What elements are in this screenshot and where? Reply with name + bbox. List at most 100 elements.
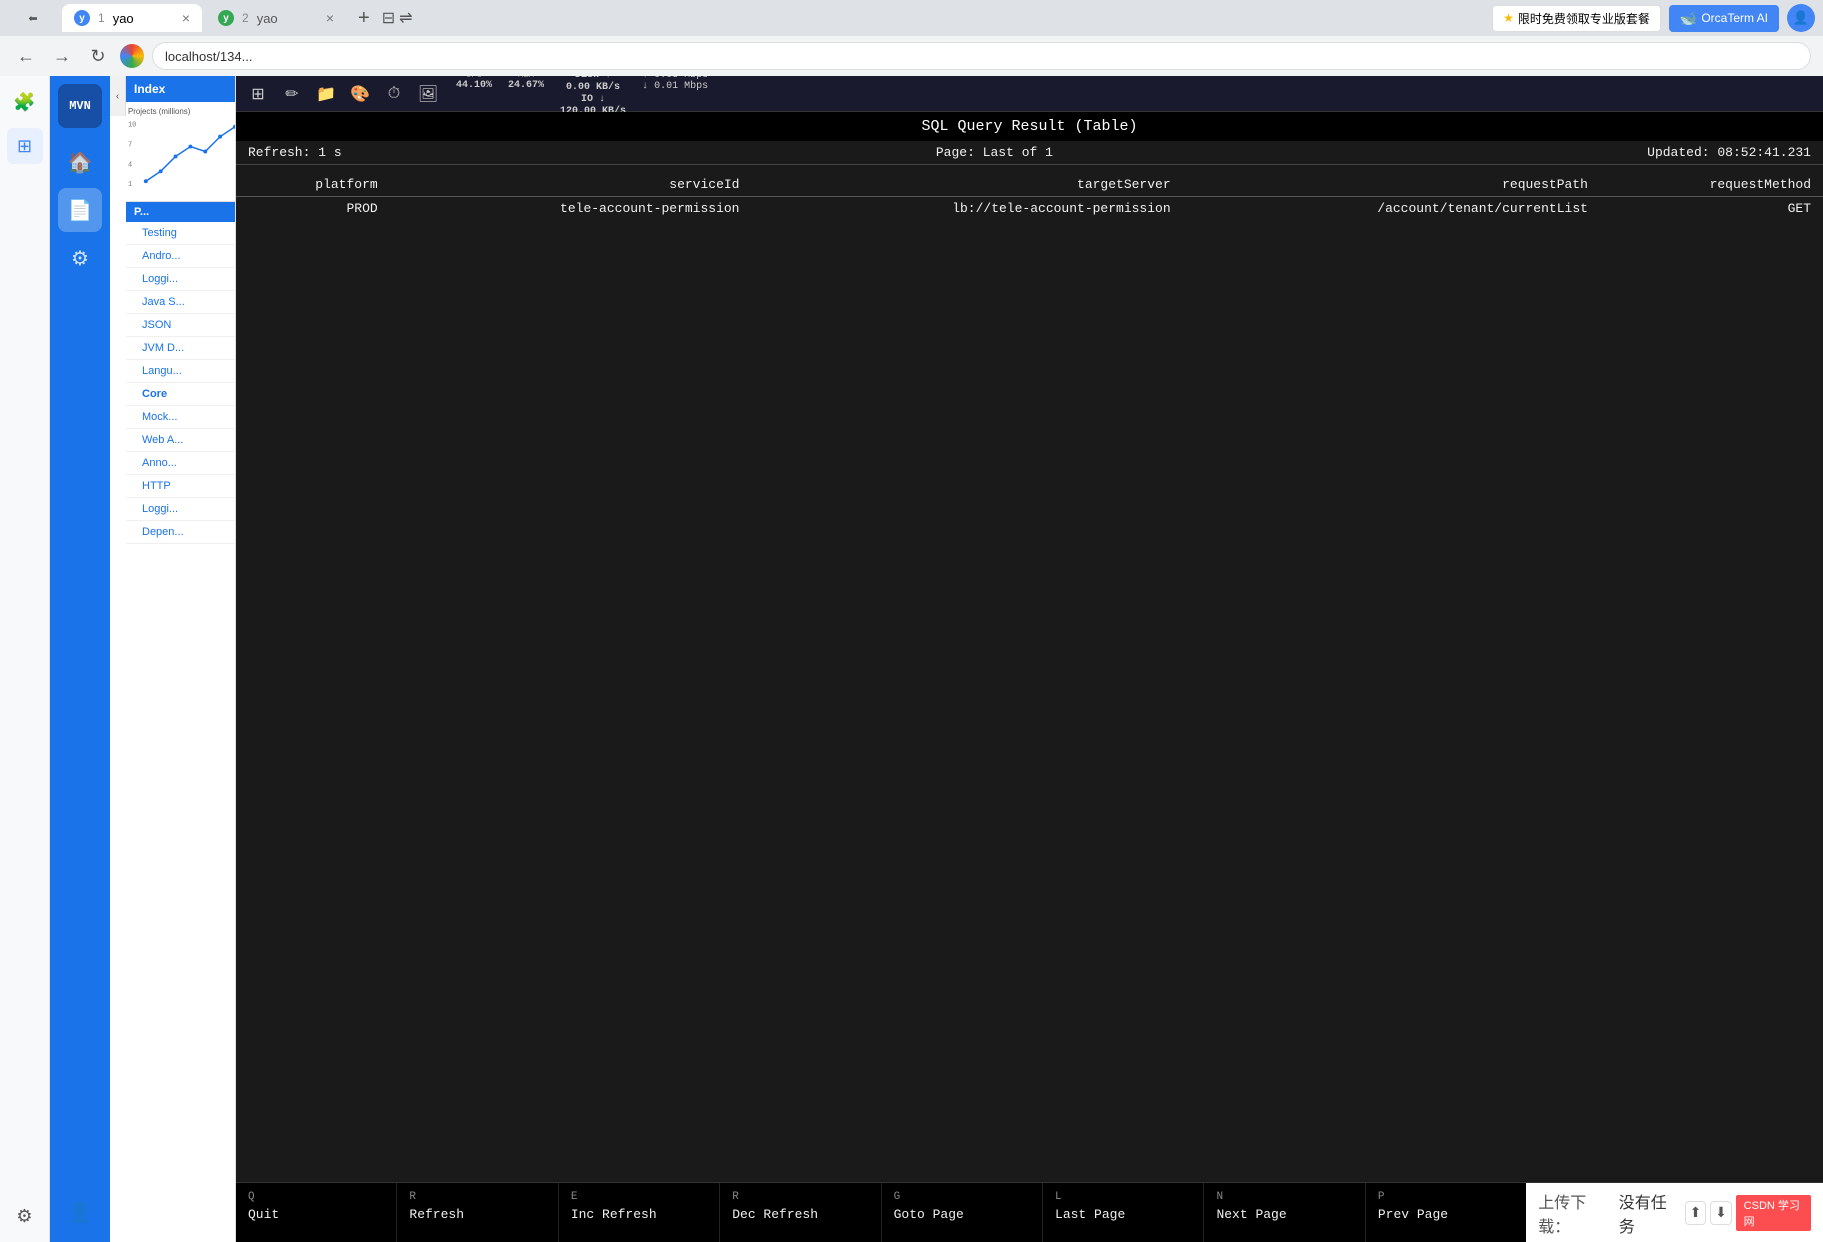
sql-updated-info: Updated: 08:52:41.231 (1647, 145, 1811, 160)
blog-sidebar-item-depend[interactable]: Depen... (126, 521, 235, 544)
blog-sidebar-chart: Projects (millions) 10 7 4 1 (126, 102, 235, 202)
sql-result-panel: SQL Query Result (Table) Refresh: 1 s Pa… (236, 112, 1823, 1182)
sidebar-extensions-btn[interactable]: 🧩 (7, 84, 43, 120)
svg-text:1: 1 (128, 181, 132, 189)
svg-text:10: 10 (128, 122, 136, 130)
blog-sidebar-item-lang[interactable]: Langu... (126, 360, 235, 383)
app-articles-btn[interactable]: 📄 (58, 188, 102, 232)
blog-sidebar: Index Projects (millions) 10 7 4 1 (126, 76, 236, 1242)
blog-sidebar-item-testing[interactable]: Testing (126, 222, 235, 245)
action-dec-refresh[interactable]: R Dec Refresh (720, 1183, 881, 1242)
app-settings-btn[interactable]: ⚙ (58, 236, 102, 280)
action-refresh[interactable]: R Refresh (397, 1183, 558, 1242)
blog-sidebar-header: Index (126, 76, 235, 102)
action-prev-page[interactable]: P Prev Page (1366, 1183, 1526, 1242)
forward-button[interactable]: → (48, 42, 76, 70)
browser-tab-2[interactable]: y 2 yao × (206, 4, 346, 32)
free-pro-button[interactable]: ★ 限时免费领取专业版套餐 (1492, 5, 1661, 32)
sidebar-collapse-button[interactable]: ‹ (110, 76, 126, 116)
upload-icon-btn[interactable]: ⬆ (1685, 1201, 1706, 1225)
orcaterm-logo: 🐋 (1680, 10, 1697, 27)
back-button[interactable]: ← (12, 42, 40, 70)
profile-button[interactable]: 👤 (1787, 4, 1815, 32)
blog-sidebar-item-mock[interactable]: Mock... (126, 406, 235, 429)
action-goto[interactable]: G Goto Page (882, 1183, 1043, 1242)
address-text: localhost/134... (165, 49, 252, 64)
cell-targetServer: lb://tele-account-permission (751, 197, 1182, 221)
svg-text:4: 4 (128, 161, 132, 169)
app-home-btn[interactable]: 🏠 (58, 140, 102, 184)
prev-page-key: P (1378, 1191, 1514, 1203)
col-platform: platform (236, 173, 390, 197)
tab1-close[interactable]: × (182, 10, 190, 26)
blog-sidebar-item-core[interactable]: Core (126, 383, 235, 406)
quit-label: Quit (248, 1207, 384, 1222)
upload-label: 上传下载： (1538, 1189, 1611, 1237)
blog-sidebar-item-json[interactable]: JSON (126, 314, 235, 337)
blog-sidebar-item-android[interactable]: Andro... (126, 245, 235, 268)
sql-table: platform serviceId targetServer requestP… (236, 173, 1823, 220)
term-color-btn[interactable]: 🎨 (346, 80, 374, 108)
action-last-page[interactable]: L Last Page (1043, 1183, 1204, 1242)
blog-sidebar-item-logging1[interactable]: Loggi... (126, 268, 235, 291)
tab1-index: 1 (98, 11, 105, 25)
tab2-close[interactable]: × (326, 10, 334, 26)
download-icon-btn[interactable]: ⬇ (1710, 1201, 1731, 1225)
orcaterm-button[interactable]: 🐋 OrcaTerm AI (1669, 5, 1779, 32)
cell-requestMethod: GET (1600, 197, 1823, 221)
term-split-btn[interactable]: ⊞ (244, 80, 272, 108)
dec-refresh-key: R (732, 1191, 868, 1203)
cpu-value: 44.10% (456, 80, 492, 92)
browser-logo (120, 44, 144, 68)
cell-platform: PROD (236, 197, 390, 221)
free-pro-label: 限时免费领取专业版套餐 (1518, 10, 1650, 27)
blog-sidebar-item-jvm[interactable]: JVM D... (126, 337, 235, 360)
tab1-favicon: y (74, 10, 90, 26)
last-page-label: Last Page (1055, 1207, 1191, 1222)
prev-page-label: Prev Page (1378, 1207, 1514, 1222)
terminal-bottom-bar: Q Quit R Refresh E Inc Refresh R Dec Ref… (236, 1182, 1823, 1242)
app-sidebar: MVN 🏠 📄 ⚙ 👤 (50, 76, 110, 1242)
address-bar[interactable]: localhost/134... (152, 42, 1811, 70)
blog-sidebar-item-logging2[interactable]: Loggi... (126, 498, 235, 521)
upload-value: 没有任务 (1619, 1189, 1677, 1237)
sql-table-wrap: platform serviceId targetServer requestP… (236, 165, 1823, 1182)
tab-layout-button[interactable]: ⊟ (382, 8, 395, 28)
csdn-badge: CSDN 学习网 (1736, 1195, 1811, 1231)
action-inc-refresh[interactable]: E Inc Refresh (559, 1183, 720, 1242)
browser-toolbar: ← → ↻ localhost/134... (0, 36, 1823, 76)
action-quit[interactable]: Q Quit (236, 1183, 397, 1242)
next-page-label: Next Page (1216, 1207, 1352, 1222)
tab1-label: yao (113, 11, 134, 26)
browser-tabbar: ⬅ y 1 yao × y 2 yao × + ⊟ ⇌ ★ 限时免费领取专业版套… (0, 0, 1823, 36)
disk-down-label: IO ↓ (581, 94, 605, 106)
term-edit-btn[interactable]: ✏ (278, 80, 306, 108)
blog-sidebar-item-java[interactable]: Java S... (126, 291, 235, 314)
sidebar-grid-btn[interactable]: ⊞ (7, 128, 43, 164)
app-user-btn[interactable]: 👤 (58, 1190, 102, 1234)
tab2-favicon: y (218, 10, 234, 26)
reload-button[interactable]: ↻ (84, 42, 112, 70)
tab2-label: yao (257, 11, 278, 26)
browser-tab-1[interactable]: y 1 yao × (62, 4, 202, 32)
sql-refresh-info: Refresh: 1 s (248, 145, 342, 160)
action-next-page[interactable]: N Next Page (1204, 1183, 1365, 1242)
blog-sidebar-item-http[interactable]: HTTP (126, 475, 235, 498)
goto-key: G (894, 1191, 1030, 1203)
blog-sidebar-items: Testing Andro... Loggi... Java S... JSON… (126, 222, 235, 1242)
blog-sidebar-item-anno[interactable]: Anno... (126, 452, 235, 475)
inc-refresh-label: Inc Refresh (571, 1207, 707, 1222)
term-clock-btn[interactable]: ⏱ (380, 80, 408, 108)
blog-sidebar-item-web[interactable]: Web A... (126, 429, 235, 452)
next-page-key: N (1216, 1191, 1352, 1203)
add-tab-button[interactable]: + (350, 7, 378, 30)
mem-value: 24.67% (508, 80, 544, 92)
sidebar-settings-btn[interactable]: ⚙ (7, 1198, 43, 1234)
term-image-btn[interactable]: 🖼 (414, 80, 442, 108)
terminal-toolbar: ⊞ ✏ 📁 🎨 ⏱ 🖼 CPU 44.10% MEM 24.67% (236, 76, 1823, 112)
orcaterm-label: OrcaTerm AI (1701, 11, 1768, 25)
term-folder-btn[interactable]: 📁 (312, 80, 340, 108)
col-targetServer: targetServer (751, 173, 1182, 197)
cell-requestPath: /account/tenant/currentList (1183, 197, 1600, 221)
tab-rearrange-button[interactable]: ⇌ (399, 8, 412, 28)
